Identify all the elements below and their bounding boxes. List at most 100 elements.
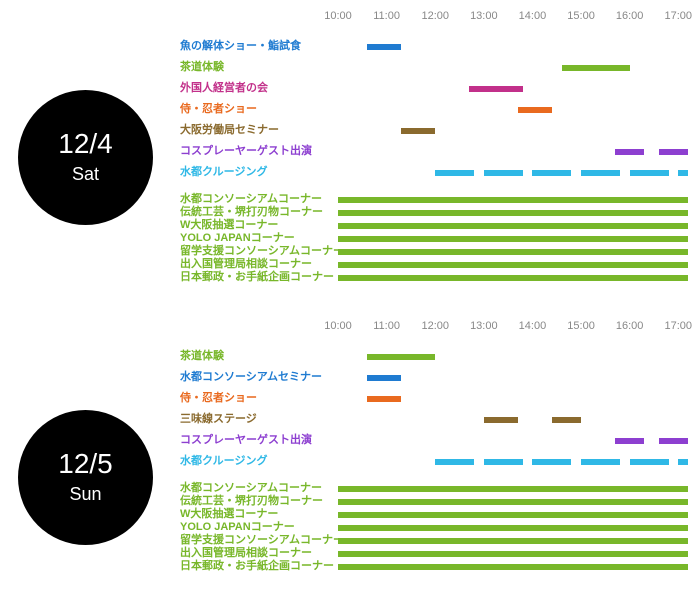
timeline: 10:0011:0012:0013:0014:0015:0016:0017:00… [180,10,688,280]
date-circle: 12/4Sat [18,90,153,225]
track [338,482,688,495]
rows: 魚の解体ショー・鮨試食茶道体験外国人経営者の会侍・忍者ショー大阪労働局セミナーコ… [180,36,688,284]
event-row: 外国人経営者の会 [180,78,688,99]
event-row: 茶道体験 [180,346,688,367]
segment [338,538,688,544]
hour-label: 12:00 [421,320,449,332]
event-row: コスプレーヤーゲスト出演 [180,430,688,451]
date-main: 12/4 [58,130,113,158]
event-row: 水都クルージング [180,162,688,183]
booth-label: 日本郵政・お手紙企画コーナー [180,271,338,283]
segment [338,525,688,531]
segment [615,438,644,444]
booth-label: 留学支援コンソーシアムコーナー [180,534,338,546]
segment [532,170,571,176]
booth-row: YOLO JAPANコーナー [180,232,688,245]
segment [518,107,552,113]
track [338,346,688,367]
track [338,534,688,547]
hour-label: 11:00 [373,10,400,22]
event-label: 水都コンソーシアムセミナー [180,371,338,383]
track [338,36,688,57]
event-row: 水都コンソーシアムセミナー [180,367,688,388]
track [338,547,688,560]
segment [338,564,688,570]
booth-row: 日本郵政・お手紙企画コーナー [180,560,688,573]
hour-label: 17:00 [665,10,693,22]
booth-row: W大阪抽選コーナー [180,219,688,232]
booth-row: 伝統工芸・堺打刃物コーナー [180,206,688,219]
event-label: 侍・忍者ショー [180,392,338,404]
booth-row: 留学支援コンソーシアムコーナー [180,245,688,258]
track [338,495,688,508]
booth-row: 伝統工芸・堺打刃物コーナー [180,495,688,508]
track [338,508,688,521]
track [338,245,688,258]
hour-label: 12:00 [421,10,449,22]
hour-label: 15:00 [567,10,595,22]
segment [367,396,401,402]
event-row: 大阪労働局セミナー [180,120,688,141]
hour-label: 16:00 [616,320,644,332]
hour-label: 16:00 [616,10,644,22]
booth-label: 出入国管理局相談コーナー [180,547,338,559]
segment [367,44,401,50]
track [338,57,688,78]
event-label: 水都クルージング [180,455,338,467]
segment [338,210,688,216]
event-row: コスプレーヤーゲスト出演 [180,141,688,162]
booth-label: 伝統工芸・堺打刃物コーナー [180,206,338,218]
segment [338,197,688,203]
hour-label: 11:00 [373,320,400,332]
rows: 茶道体験水都コンソーシアムセミナー侍・忍者ショー三味線ステージコスプレーヤーゲス… [180,346,688,573]
segment [581,459,620,465]
booth-label: 留学支援コンソーシアムコーナー [180,245,338,257]
event-row: 魚の解体ショー・鮨試食 [180,36,688,57]
segment [562,65,630,71]
booth-label: YOLO JAPANコーナー [180,232,338,244]
hour-header: 10:0011:0012:0013:0014:0015:0016:0017:00 [180,10,688,32]
track [338,193,688,206]
booth-row: 日本郵政・お手紙企画コーナー [180,271,688,284]
hour-label: 14:00 [519,320,547,332]
date-sub: Sun [69,484,101,505]
booth-label: W大阪抽選コーナー [180,508,338,520]
segment [338,512,688,518]
event-row: 茶道体験 [180,57,688,78]
booth-row: 出入国管理局相談コーナー [180,258,688,271]
track [338,521,688,534]
booth-label: YOLO JAPANコーナー [180,521,338,533]
segment [484,417,518,423]
segment [338,262,688,268]
segment [338,551,688,557]
event-label: 茶道体験 [180,350,338,362]
track [338,78,688,99]
track [338,141,688,162]
track [338,409,688,430]
track [338,162,688,183]
track [338,451,688,472]
event-label: 侍・忍者ショー [180,103,338,115]
segment [401,128,435,134]
segment [367,354,435,360]
track [338,560,688,573]
booth-label: 水都コンソーシアムコーナー [180,482,338,494]
segment [484,459,523,465]
segment [659,149,688,155]
booth-label: 伝統工芸・堺打刃物コーナー [180,495,338,507]
date-circle: 12/5 Sun [18,410,153,545]
event-label: 水都クルージング [180,166,338,178]
timeline: 10:0011:0012:0013:0014:0015:0016:0017:00… [180,320,688,569]
segment [338,275,688,281]
segment [435,459,474,465]
track [338,206,688,219]
date-main: 12/5 [58,450,113,478]
booth-row: 出入国管理局相談コーナー [180,547,688,560]
hour-label: 10:00 [324,320,352,332]
track [338,120,688,141]
track [338,367,688,388]
segment [435,170,474,176]
segment [552,417,581,423]
booth-label: 水都コンソーシアムコーナー [180,193,338,205]
segment [338,223,688,229]
